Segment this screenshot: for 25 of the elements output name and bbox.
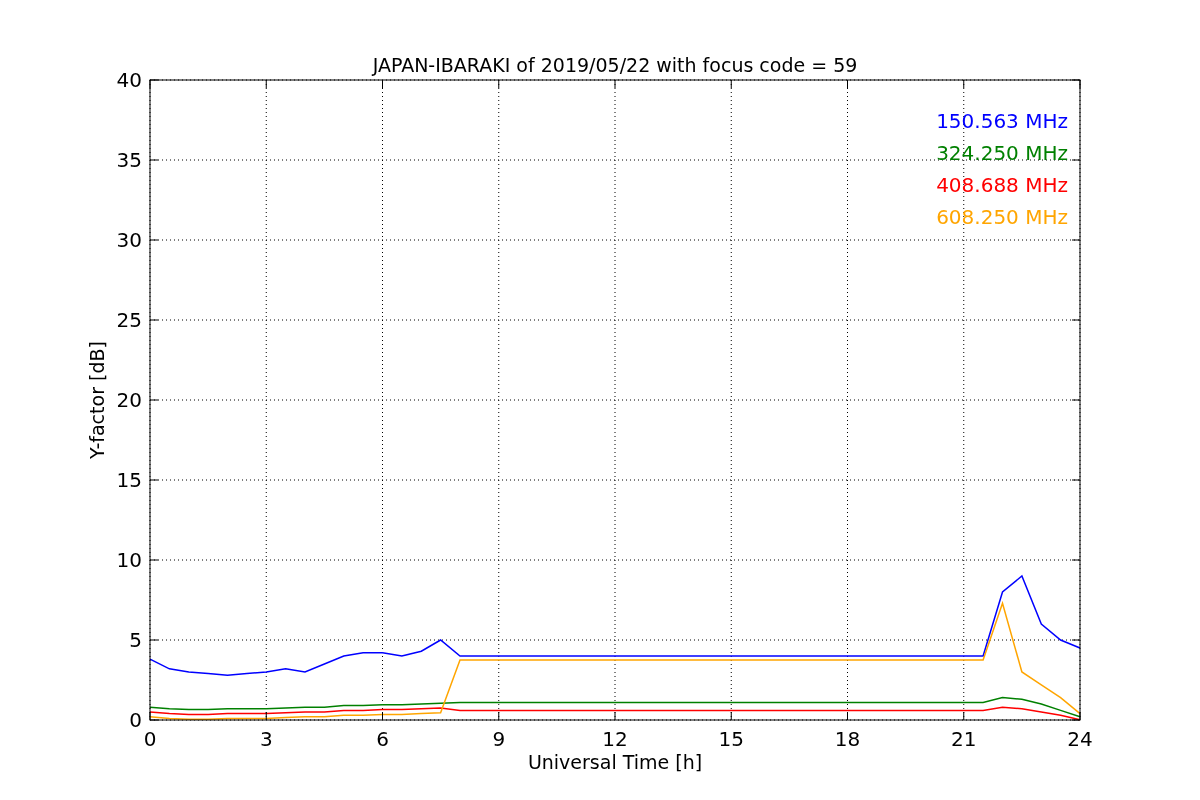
x-tick-label: 3 bbox=[259, 727, 273, 751]
legend-label: 608.250 MHz bbox=[936, 205, 1068, 229]
x-tick-label: 6 bbox=[376, 727, 389, 751]
y-tick-label: 30 bbox=[116, 228, 142, 252]
chart-title: JAPAN-IBARAKI of 2019/05/22 with focus code = 59 bbox=[372, 54, 858, 76]
y-tick-label: 35 bbox=[116, 148, 142, 172]
y-tick-label: 5 bbox=[129, 628, 142, 652]
legend-label: 150.563 MHz bbox=[936, 109, 1068, 133]
x-tick-label: 0 bbox=[143, 727, 157, 751]
y-tick-label: 10 bbox=[116, 548, 142, 572]
legend-label: 408.688 MHz bbox=[936, 173, 1068, 197]
y-tick-label: 0 bbox=[129, 708, 142, 732]
legend-label: 324.250 MHz bbox=[936, 141, 1068, 165]
x-tick-label: 18 bbox=[834, 727, 861, 751]
y-tick-label: 15 bbox=[116, 468, 142, 492]
x-tick-label: 12 bbox=[602, 727, 628, 751]
x-tick-label: 24 bbox=[1067, 727, 1093, 751]
x-axis-label: Universal Time [h] bbox=[527, 751, 703, 773]
y-axis-label: Y-factor [dB] bbox=[86, 341, 108, 459]
x-tick-label: 21 bbox=[951, 727, 977, 751]
y-tick-label: 40 bbox=[116, 68, 142, 92]
y-tick-label: 20 bbox=[116, 388, 142, 412]
x-tick-label: 15 bbox=[718, 727, 744, 751]
y-tick-label: 25 bbox=[116, 308, 142, 332]
x-tick-label: 9 bbox=[492, 727, 506, 751]
